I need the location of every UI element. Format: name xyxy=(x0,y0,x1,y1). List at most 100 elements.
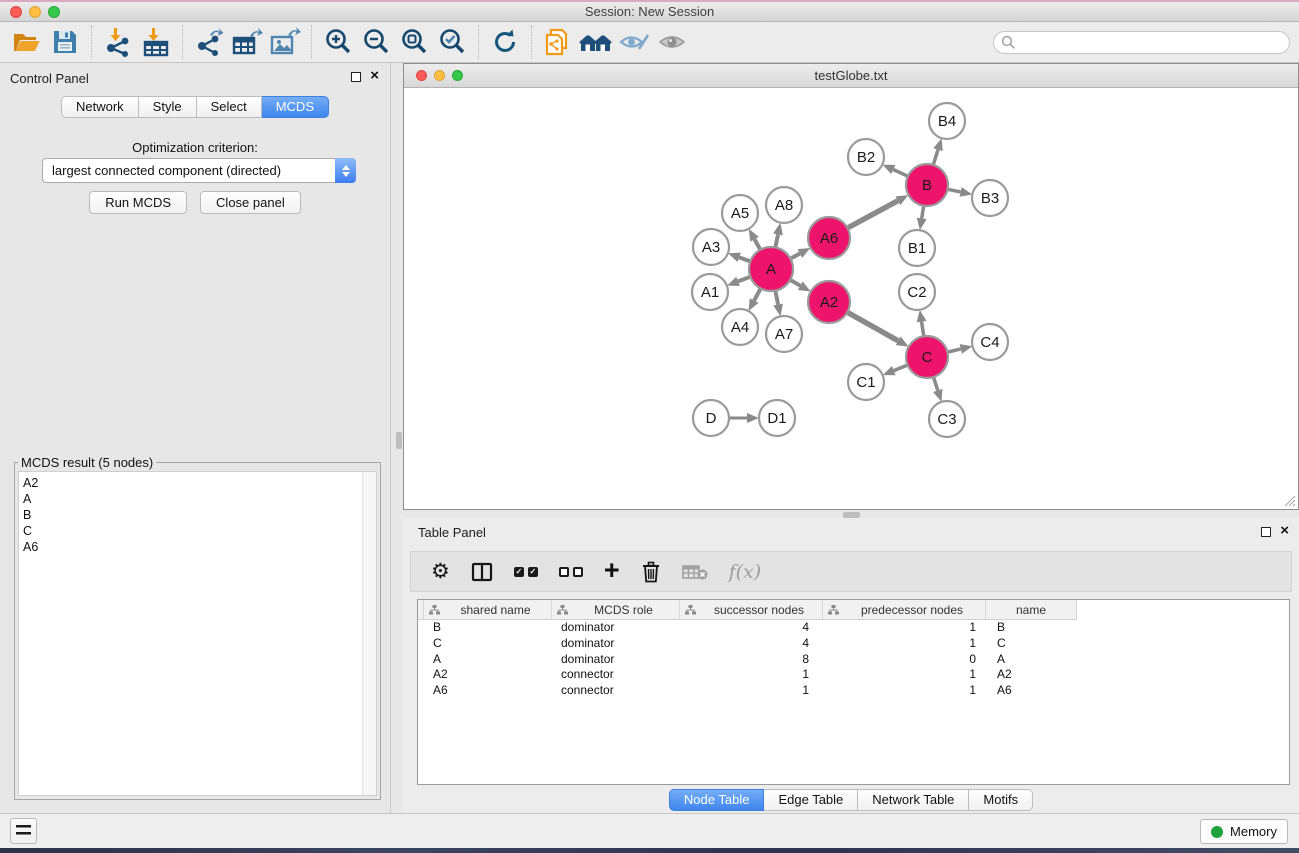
open-session-button[interactable] xyxy=(8,24,46,60)
graph-node-A3[interactable]: A3 xyxy=(693,229,729,265)
show-columns-button[interactable] xyxy=(471,562,493,582)
graph-node-B[interactable]: B xyxy=(906,164,948,206)
edge-A-A1[interactable] xyxy=(738,276,751,281)
network-graph-canvas[interactable]: AA6A2BCA5A8A3A1A4A7B2B4B3B1C2C4C1C3DD1 xyxy=(404,89,1298,509)
graph-node-A2[interactable]: A2 xyxy=(808,281,850,323)
cell-predecessor-nodes[interactable]: 1 xyxy=(823,636,986,652)
zoom-in-button[interactable] xyxy=(319,24,357,60)
edge-C-C3[interactable] xyxy=(933,376,938,390)
cell-predecessor-nodes[interactable]: 1 xyxy=(823,683,986,699)
edge-C-C2[interactable] xyxy=(922,322,924,338)
result-item-a2[interactable]: A2 xyxy=(23,475,376,491)
tab-select[interactable]: Select xyxy=(197,96,262,118)
mcds-result-list[interactable]: A2ABCA6 xyxy=(18,471,377,796)
import-table-button[interactable] xyxy=(137,24,175,60)
table-row-b[interactable]: Bdominator41B xyxy=(418,620,1289,636)
graph-node-C4[interactable]: C4 xyxy=(972,324,1008,360)
network-close-button[interactable] xyxy=(416,70,427,81)
result-item-a[interactable]: A xyxy=(23,491,376,507)
close-panel-icon[interactable]: × xyxy=(1280,522,1289,539)
cell-shared-name[interactable]: B xyxy=(424,620,552,636)
edge-C-C4[interactable] xyxy=(946,349,960,352)
show-all-button[interactable] xyxy=(653,24,691,60)
tab-edge-table[interactable]: Edge Table xyxy=(764,789,858,811)
result-item-a6[interactable]: A6 xyxy=(23,539,376,555)
tab-network-table[interactable]: Network Table xyxy=(858,789,969,811)
deselect-all-button[interactable] xyxy=(559,567,583,577)
graph-node-B1[interactable]: B1 xyxy=(899,230,935,266)
save-session-button[interactable] xyxy=(46,24,84,60)
edge-A-A7[interactable] xyxy=(775,290,778,305)
float-panel-icon[interactable] xyxy=(1261,527,1271,537)
column-header-mcds-role[interactable]: MCDS role xyxy=(552,600,680,620)
cell-predecessor-nodes[interactable]: 0 xyxy=(823,652,986,668)
table-row-a[interactable]: Adominator80A xyxy=(418,652,1289,668)
table-settings-button[interactable]: ⚙ xyxy=(431,561,450,582)
table-row-c[interactable]: Cdominator41C xyxy=(418,636,1289,652)
network-window-titlebar[interactable]: testGlobe.txt xyxy=(404,64,1298,88)
graph-node-B3[interactable]: B3 xyxy=(972,180,1008,216)
cell-name[interactable]: A xyxy=(986,652,1077,668)
cell-mcds-role[interactable]: dominator xyxy=(552,620,680,636)
cell-successor-nodes[interactable]: 1 xyxy=(680,667,823,683)
cell-shared-name[interactable]: A xyxy=(424,652,552,668)
task-history-button[interactable] xyxy=(10,818,37,844)
minimize-window-button[interactable] xyxy=(29,6,41,18)
graph-node-A[interactable]: A xyxy=(749,247,793,291)
edge-C-C1[interactable] xyxy=(894,365,909,371)
edge-A2-C[interactable] xyxy=(846,312,898,341)
graph-node-C2[interactable]: C2 xyxy=(899,274,935,310)
cell-shared-name[interactable]: A2 xyxy=(424,667,552,683)
network-minimize-button[interactable] xyxy=(434,70,445,81)
zoom-selected-button[interactable] xyxy=(433,24,471,60)
close-window-button[interactable] xyxy=(10,6,22,18)
cell-successor-nodes[interactable]: 4 xyxy=(680,620,823,636)
edge-B-B3[interactable] xyxy=(947,189,961,192)
node-table[interactable]: shared nameMCDS rolesuccessor nodesprede… xyxy=(417,599,1290,785)
export-image-button[interactable] xyxy=(266,24,304,60)
refresh-network-button[interactable] xyxy=(486,24,524,60)
maximize-window-button[interactable] xyxy=(48,6,60,18)
cell-successor-nodes[interactable]: 4 xyxy=(680,636,823,652)
splitter-handle-vertical[interactable] xyxy=(396,432,402,449)
graph-node-D[interactable]: D xyxy=(693,400,729,436)
export-network-button[interactable] xyxy=(190,24,228,60)
select-all-button[interactable]: ✓✓ xyxy=(514,567,538,577)
column-header-name[interactable]: name xyxy=(986,600,1077,620)
graph-node-A8[interactable]: A8 xyxy=(766,187,802,223)
scrollbar-track[interactable] xyxy=(362,472,376,795)
zoom-fit-button[interactable] xyxy=(395,24,433,60)
tab-mcds[interactable]: MCDS xyxy=(262,96,329,118)
result-item-b[interactable]: B xyxy=(23,507,376,523)
import-network-button[interactable] xyxy=(99,24,137,60)
search-field[interactable] xyxy=(993,31,1290,54)
cell-mcds-role[interactable]: dominator xyxy=(552,652,680,668)
result-item-c[interactable]: C xyxy=(23,523,376,539)
graph-node-D1[interactable]: D1 xyxy=(759,400,795,436)
delete-table-button[interactable] xyxy=(682,564,708,580)
clone-network-button[interactable] xyxy=(539,24,577,60)
graph-node-A6[interactable]: A6 xyxy=(808,217,850,259)
cell-name[interactable]: A6 xyxy=(986,683,1077,699)
cell-shared-name[interactable]: A6 xyxy=(424,683,552,699)
graph-node-C1[interactable]: C1 xyxy=(848,364,884,400)
run-mcds-button[interactable]: Run MCDS xyxy=(89,191,187,214)
close-panel-button[interactable]: Close panel xyxy=(200,191,301,214)
export-table-button[interactable] xyxy=(228,24,266,60)
table-row-a6[interactable]: A6connector11A6 xyxy=(418,683,1289,699)
hide-selected-button[interactable] xyxy=(615,24,653,60)
graph-node-B2[interactable]: B2 xyxy=(848,139,884,175)
edge-A6-B[interactable] xyxy=(847,201,898,229)
cell-mcds-role[interactable]: dominator xyxy=(552,636,680,652)
table-row-a2[interactable]: A2connector11A2 xyxy=(418,667,1289,683)
cell-mcds-role[interactable]: connector xyxy=(552,667,680,683)
edge-B-B4[interactable] xyxy=(933,150,938,166)
graph-node-A7[interactable]: A7 xyxy=(766,316,802,352)
graph-node-B4[interactable]: B4 xyxy=(929,103,965,139)
zoom-out-button[interactable] xyxy=(357,24,395,60)
criterion-dropdown[interactable]: largest connected component (directed) xyxy=(42,158,356,183)
graph-node-A1[interactable]: A1 xyxy=(692,274,728,310)
search-input[interactable] xyxy=(1016,33,1289,52)
tab-node-table[interactable]: Node Table xyxy=(669,789,765,811)
edge-A-A4[interactable] xyxy=(754,288,761,301)
